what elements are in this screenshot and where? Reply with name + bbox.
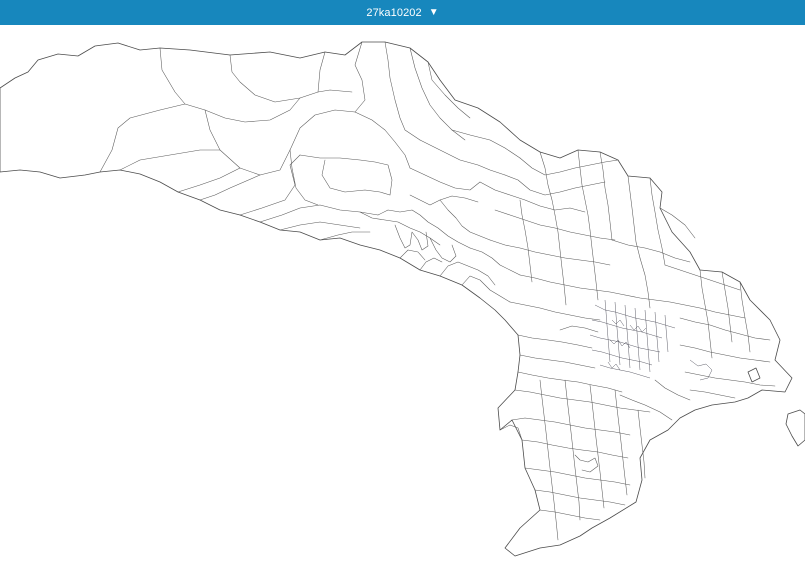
boundary-map[interactable] (0, 25, 805, 575)
island-outline (785, 409, 805, 447)
boundary-map-svg[interactable] (0, 25, 805, 575)
triangle-down-icon: ▼ (428, 6, 439, 18)
region-outline (0, 41, 793, 557)
area-selector-dropdown[interactable]: 27ka10202 ▼ (0, 0, 805, 25)
area-selector-label: 27ka10202 (366, 6, 422, 19)
